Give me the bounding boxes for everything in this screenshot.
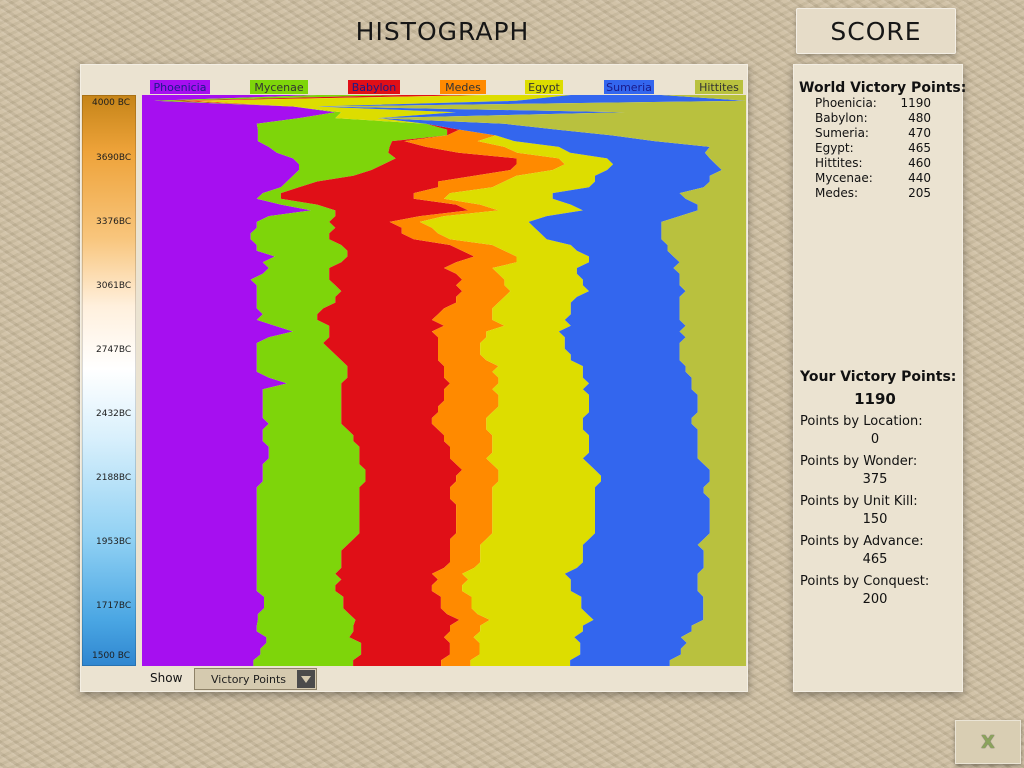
legend-item-babylon: Babylon <box>348 80 400 94</box>
timeline-tick-label: 2188BC <box>96 473 132 483</box>
world-vp-value: 1190 <box>900 96 931 110</box>
histograph-svg <box>142 95 746 666</box>
world-vp-row: Hittites: 460 <box>815 156 935 171</box>
show-label: Show <box>150 671 183 685</box>
show-dropdown[interactable]: Victory Points <box>194 668 317 690</box>
world-vp-row: Mycenae: 440 <box>815 171 935 186</box>
world-vp-civ-name: Medes: <box>815 186 859 200</box>
world-vp-row: Sumeria: 470 <box>815 126 935 141</box>
close-icon: X <box>981 731 995 753</box>
world-vp-row: Phoenicia: 1190 <box>815 96 935 111</box>
legend-item-phoenicia: Phoenicia <box>150 80 210 94</box>
points-breakdown-label: Points by Location: <box>800 414 923 429</box>
points-breakdown-label: Points by Advance: <box>800 534 924 549</box>
points-breakdown-value: 375 <box>862 472 888 487</box>
world-victory-points-title: World Victory Points: <box>799 80 967 96</box>
show-dropdown-value: Victory Points <box>211 672 287 686</box>
world-vp-civ-name: Sumeria: <box>815 126 869 140</box>
your-victory-points-title: Your Victory Points: <box>800 369 957 385</box>
legend-item-mycenae: Mycenae <box>250 80 308 94</box>
timeline-tick-label: 1717BC <box>96 601 132 611</box>
timeline-tick-label: 1500 BC <box>92 651 131 661</box>
world-vp-civ-name: Mycenae: <box>815 171 873 185</box>
world-vp-civ-name: Phoenicia: <box>815 96 877 110</box>
points-breakdown-label: Points by Conquest: <box>800 574 930 589</box>
points-breakdown-value: 0 <box>870 432 880 447</box>
world-vp-value: 205 <box>908 186 931 200</box>
timeline-tick-label: 3376BC <box>96 217 132 227</box>
your-victory-points-total: 1190 <box>854 390 896 408</box>
timeline-tick-label: 4000 BC <box>92 98 131 108</box>
dropdown-arrow-icon[interactable] <box>297 670 315 688</box>
world-vp-value: 460 <box>908 156 931 170</box>
timeline-tick-label: 3690BC <box>96 153 132 163</box>
points-breakdown-label: Points by Wonder: <box>800 454 918 469</box>
world-vp-value: 440 <box>908 171 931 185</box>
histograph-title: HISTOGRAPH <box>355 16 530 46</box>
world-vp-civ-name: Babylon: <box>815 111 868 125</box>
world-vp-row: Egypt: 465 <box>815 141 935 156</box>
legend-item-medes: Medes <box>440 80 486 94</box>
world-vp-value: 470 <box>908 126 931 140</box>
timeline-tick-label: 2747BC <box>96 345 132 355</box>
timeline-tick-label: 3061BC <box>96 281 132 291</box>
histograph-chart <box>142 95 746 666</box>
points-breakdown-value: 150 <box>862 512 888 527</box>
points-breakdown-label: Points by Unit Kill: <box>800 494 918 509</box>
legend-item-sumeria: Sumeria <box>604 80 654 94</box>
world-vp-row: Babylon: 480 <box>815 111 935 126</box>
close-button[interactable]: X <box>955 720 1021 764</box>
score-title: SCORE <box>796 8 956 54</box>
world-vp-civ-name: Hittites: <box>815 156 863 170</box>
legend-item-hittites: Hittites <box>695 80 743 94</box>
timeline-tick-label: 1953BC <box>96 537 132 547</box>
points-breakdown-value: 465 <box>862 552 888 567</box>
legend-item-egypt: Egypt <box>525 80 563 94</box>
points-breakdown-value: 200 <box>862 592 888 607</box>
world-vp-value: 480 <box>908 111 931 125</box>
world-vp-value: 465 <box>908 141 931 155</box>
timeline-bar: 4000 BC 3690BC 3376BC 3061BC 2747BC 2432BC 218… <box>82 95 136 666</box>
timeline-tick-label: 2432BC <box>96 409 132 419</box>
world-vp-civ-name: Egypt: <box>815 141 854 155</box>
world-vp-row: Medes: 205 <box>815 186 935 201</box>
